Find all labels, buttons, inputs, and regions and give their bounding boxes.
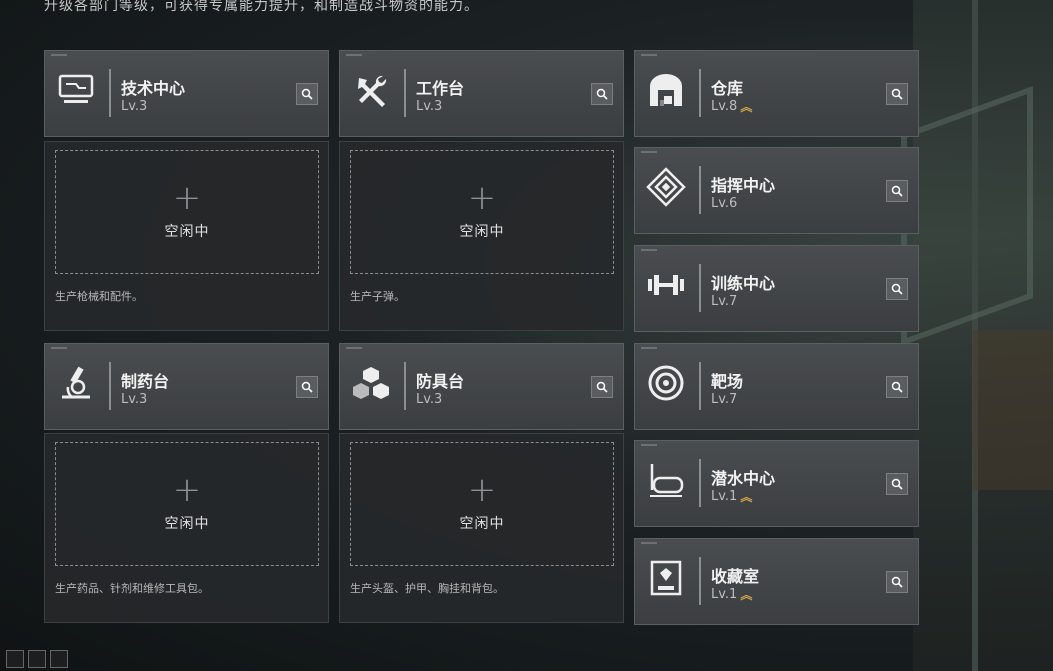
search-icon[interactable] (886, 83, 908, 105)
search-icon[interactable] (591, 376, 613, 398)
station-name: 指挥中心 (711, 176, 776, 195)
production-slot[interactable]: + 空闲中 (55, 150, 319, 274)
station-header-tech-center[interactable]: 技术中心 Lv.3 (44, 50, 329, 137)
station-header-warehouse[interactable]: 仓库 Lv.8 ︽ (634, 50, 919, 137)
station-level: Lv.3 (416, 99, 443, 114)
station-name: 工作台 (416, 79, 465, 98)
tech-center-icon (55, 69, 97, 111)
search-icon[interactable] (296, 376, 318, 398)
toolbar-icon[interactable] (50, 650, 68, 668)
station-slot-panel-pharmacy: + 空闲中 生产药品、针剂和维修工具包。 (44, 433, 329, 623)
station-name: 仓库 (711, 79, 744, 98)
header-tag (51, 54, 67, 56)
station-description: 生产药品、针剂和维修工具包。 (55, 582, 209, 595)
station-header-collection-room[interactable]: 收藏室 Lv.1 ︽ (634, 538, 919, 625)
hammer-wrench-icon (350, 69, 392, 111)
upgrade-rank-icon: ︽ (740, 489, 753, 504)
microscope-icon (55, 362, 97, 404)
station-description: 生产枪械和配件。 (55, 290, 143, 303)
station-name: 收藏室 (711, 567, 760, 586)
station-header-shooting-range[interactable]: 靶场 Lv.7 (634, 343, 919, 430)
command-center-icon (645, 166, 687, 208)
station-description: 生产子弹。 (350, 290, 405, 303)
idle-label: 空闲中 (459, 516, 505, 532)
idle-label: 空闲中 (164, 516, 210, 532)
diving-mask-icon (645, 459, 687, 501)
upgrade-rank-icon: ︽ (740, 99, 753, 114)
idle-label: 空闲中 (459, 224, 505, 240)
station-header-diving-center[interactable]: 潜水中心 Lv.1 ︽ (634, 440, 919, 527)
station-header-armor-bench[interactable]: 防具台 Lv.3 (339, 343, 624, 430)
station-level: Lv.7 (711, 294, 738, 309)
station-level: Lv.3 (121, 392, 148, 407)
search-icon[interactable] (296, 83, 318, 105)
warehouse-icon (645, 69, 687, 111)
target-icon (645, 362, 687, 404)
bottom-toolbar (6, 650, 68, 668)
station-name: 训练中心 (711, 274, 776, 293)
station-header-command-center[interactable]: 指挥中心 Lv.6 (634, 147, 919, 234)
idle-label: 空闲中 (164, 224, 210, 240)
cubes-icon (350, 362, 392, 404)
station-level: Lv.7 (711, 392, 738, 407)
station-header-pharmacy[interactable]: 制药台 Lv.3 (44, 343, 329, 430)
station-level: Lv.8 ︽ (711, 99, 753, 114)
toolbar-icon[interactable] (6, 650, 24, 668)
plus-icon: + (467, 178, 497, 218)
search-icon[interactable] (886, 376, 908, 398)
page-description: 升级各部门等级，可获得专属能力提升，和制造战斗物资的能力。 (44, 0, 479, 14)
plus-icon: + (172, 470, 202, 510)
display-case-icon (645, 557, 687, 599)
station-slot-panel-workbench: + 空闲中 生产子弹。 (339, 141, 624, 331)
station-header-workbench[interactable]: 工作台 Lv.3 (339, 50, 624, 137)
station-level: Lv.1 ︽ (711, 587, 753, 602)
station-name: 制药台 (121, 372, 170, 391)
station-level: Lv.6 (711, 196, 738, 211)
station-name: 靶场 (711, 372, 744, 391)
production-slot[interactable]: + 空闲中 (350, 150, 614, 274)
plus-icon: + (467, 470, 497, 510)
production-slot[interactable]: + 空闲中 (55, 442, 319, 566)
search-icon[interactable] (886, 180, 908, 202)
station-name: 防具台 (416, 372, 465, 391)
dumbbell-icon (645, 264, 687, 306)
station-header-training-center[interactable]: 训练中心 Lv.7 (634, 245, 919, 332)
search-icon[interactable] (591, 83, 613, 105)
station-level: Lv.3 (416, 392, 443, 407)
station-name: 技术中心 (121, 79, 186, 98)
plus-icon: + (172, 178, 202, 218)
search-icon[interactable] (886, 571, 908, 593)
search-icon[interactable] (886, 278, 908, 300)
search-icon[interactable] (886, 473, 908, 495)
station-slot-panel-armor-bench: + 空闲中 生产头盔、护甲、胸挂和背包。 (339, 433, 624, 623)
background-scaffold (973, 330, 1053, 490)
toolbar-icon[interactable] (28, 650, 46, 668)
station-level: Lv.3 (121, 99, 148, 114)
upgrade-rank-icon: ︽ (740, 587, 753, 602)
station-name: 潜水中心 (711, 469, 776, 488)
production-slot[interactable]: + 空闲中 (350, 442, 614, 566)
station-slot-panel-tech-center: + 空闲中 生产枪械和配件。 (44, 141, 329, 331)
station-level: Lv.1 ︽ (711, 489, 753, 504)
station-description: 生产头盔、护甲、胸挂和背包。 (350, 582, 504, 595)
